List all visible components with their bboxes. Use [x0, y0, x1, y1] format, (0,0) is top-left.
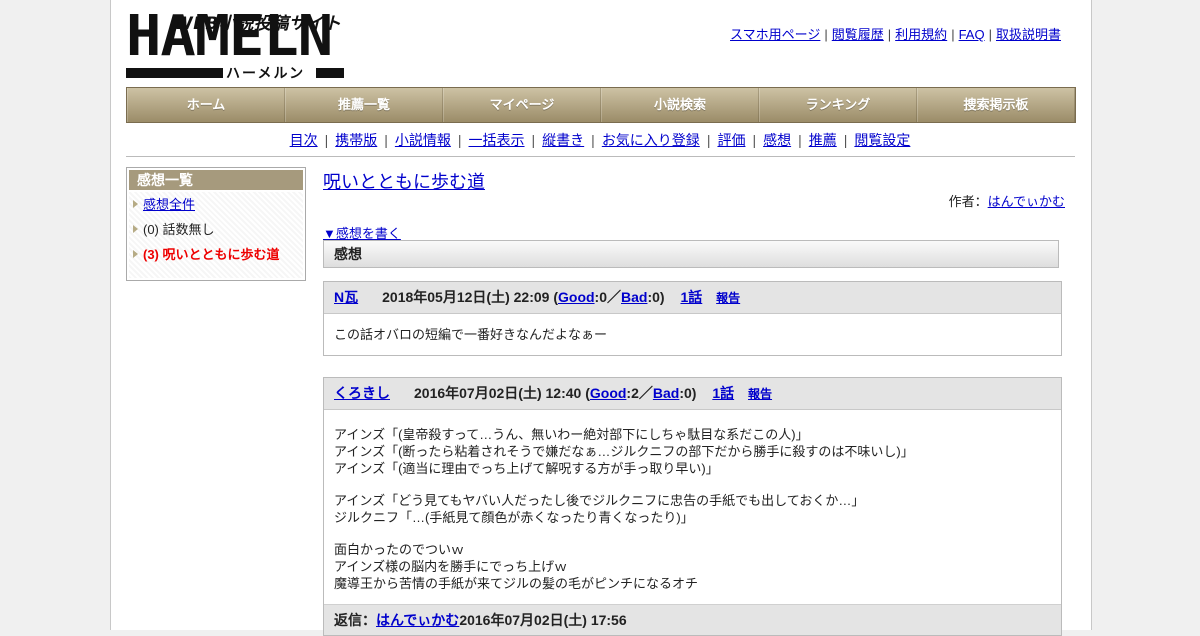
subnav-all[interactable]: 一括表示 — [469, 132, 525, 148]
logo-kana: ハーメルン — [226, 65, 306, 81]
report-link[interactable]: 報告 — [748, 387, 772, 401]
logo-underline-right — [316, 68, 344, 78]
review-date: 2016年07月02日(土) 12:40 — [414, 385, 582, 401]
sidebar: 感想一覧 感想全件 (0) 話数無し (3) 呪いとともに歩む道 — [126, 167, 306, 281]
subnav-vertical[interactable]: 縦書き — [542, 132, 584, 148]
top-link-faq[interactable]: FAQ — [959, 27, 985, 42]
author-label: 作者： — [948, 194, 988, 209]
reply-header: 返信：はんでぃかむ2016年07月02日(土) 17:56 — [324, 604, 1061, 635]
subnav-toc[interactable]: 目次 — [290, 132, 318, 148]
bullet-triangle-icon — [133, 250, 138, 258]
divider — [126, 156, 1075, 157]
sidebar-label-no-episode: (0) 話数無し — [143, 222, 215, 237]
bad-vote-link[interactable]: Bad — [621, 289, 647, 305]
sidebar-list: 感想全件 (0) 話数無し (3) 呪いとともに歩む道 — [129, 192, 303, 278]
episode-link[interactable]: 1話 — [712, 385, 734, 401]
subnav-rating[interactable]: 評価 — [717, 132, 745, 148]
review-card: くろきし 2016年07月02日(土) 12:40 (Good:2／Bad:0) … — [323, 377, 1062, 636]
review-paragraph: 面白かったのでついｗ アインズ様の脳内を勝手にでっち上げｗ 魔導王から苦情の手紙… — [334, 542, 699, 591]
subnav-recommend[interactable]: 推薦 — [809, 132, 837, 148]
top-link-terms[interactable]: 利用規約 — [895, 27, 947, 42]
nav-ranking[interactable]: ランキング — [759, 88, 917, 122]
review-body: この話オバロの短編で一番好きなんだよなぁー — [324, 314, 1061, 355]
bullet-triangle-icon — [133, 200, 138, 208]
main-nav: ホーム 推薦一覧 マイページ 小説検索 ランキング 捜索掲示板 — [126, 87, 1076, 123]
author-line: 作者：はんでぃかむ — [949, 191, 1065, 210]
good-vote-link[interactable]: Good — [590, 385, 627, 401]
subnav-info[interactable]: 小説情報 — [395, 132, 451, 148]
top-link-manual[interactable]: 取扱説明書 — [996, 27, 1061, 42]
logo-wordmark: HAMELN — [126, 4, 333, 69]
reply-user-link[interactable]: はんでぃかむ — [376, 612, 459, 628]
review-body: アインズ「(皇帝殺すって…うん、無いわー絶対部下にしちゃ駄目な系だこの人)」 ア… — [324, 410, 1061, 604]
author-link[interactable]: はんでぃかむ — [988, 194, 1065, 209]
reply-date: 2016年07月02日(土) 17:56 — [459, 612, 627, 628]
review-date: 2018年05月12日(土) 22:09 — [382, 289, 550, 305]
bad-vote-link[interactable]: Bad — [653, 385, 679, 401]
site-logo[interactable]: WEB小説投稿サイト HAMELN ハーメルン — [126, 4, 348, 81]
sub-nav: 目次 | 携帯版 | 小説情報 | 一括表示 | 縦書き | お気に入り登録 | 評価 | 感想 | 推薦 | 閲覧… — [289, 132, 911, 148]
review-paragraph: この話オバロの短編で一番好きなんだよなぁー — [334, 327, 608, 342]
top-links: スマホ用ページ | 閲覧履歴 | 利用規約 | FAQ | 取扱説明書 — [730, 27, 1061, 42]
review-header: くろきし 2016年07月02日(土) 12:40 (Good:2／Bad:0) … — [324, 378, 1061, 410]
nav-search[interactable]: 小説検索 — [601, 88, 759, 122]
good-vote-link[interactable]: Good — [558, 289, 595, 305]
sidebar-item-all: 感想全件 — [129, 192, 303, 217]
sidebar-label-current[interactable]: (3) 呪いとともに歩む道 — [143, 247, 280, 262]
review-card: N瓦 2018年05月12日(土) 22:09 (Good:0／Bad:0) 1話… — [323, 281, 1062, 356]
review-paragraph: アインズ「どう見てもヤバい人だったし後でジルクニフに忠告の手紙でも出しておくか…… — [334, 493, 865, 525]
nav-home[interactable]: ホーム — [127, 88, 285, 122]
review-paragraph: アインズ「(皇帝殺すって…うん、無いわー絶対部下にしちゃ駄目な系だこの人)」 ア… — [334, 427, 914, 476]
episode-link[interactable]: 1話 — [680, 289, 702, 305]
novel-title[interactable]: 呪いとともに歩む道 — [323, 168, 485, 194]
nav-recommend[interactable]: 推薦一覧 — [285, 88, 443, 122]
review-user-link[interactable]: N瓦 — [334, 289, 358, 305]
subnav-settings[interactable]: 閲覧設定 — [854, 132, 910, 148]
sidebar-item-current: (3) 呪いとともに歩む道 — [129, 242, 303, 267]
subnav-reviews[interactable]: 感想 — [763, 132, 791, 148]
top-link-smartphone[interactable]: スマホ用ページ — [730, 27, 820, 42]
page-container: WEB小説投稿サイト HAMELN ハーメルン スマホ用ページ | 閲覧履歴 | 利用規… — [110, 0, 1092, 636]
nav-mypage[interactable]: マイページ — [443, 88, 601, 122]
sidebar-item-no-episode: (0) 話数無し — [129, 217, 303, 242]
review-votes: (Good:0／Bad:0) — [553, 289, 665, 305]
top-link-history[interactable]: 閲覧履歴 — [832, 27, 884, 42]
logo-underline — [126, 68, 223, 78]
subnav-favorite[interactable]: お気に入り登録 — [602, 132, 700, 148]
subnav-mobile[interactable]: 携帯版 — [335, 132, 377, 148]
review-user-link[interactable]: くろきし — [334, 385, 390, 401]
bullet-triangle-icon — [133, 225, 138, 233]
report-link[interactable]: 報告 — [716, 291, 740, 305]
nav-board[interactable]: 捜索掲示板 — [917, 88, 1075, 122]
sidebar-title: 感想一覧 — [129, 170, 303, 190]
sidebar-link-all[interactable]: 感想全件 — [143, 197, 195, 212]
section-heading: 感想 — [323, 240, 1059, 268]
review-header: N瓦 2018年05月12日(土) 22:09 (Good:0／Bad:0) 1話… — [324, 282, 1061, 314]
reply-label: 返信： — [334, 612, 376, 628]
review-votes: (Good:2／Bad:0) — [585, 385, 697, 401]
